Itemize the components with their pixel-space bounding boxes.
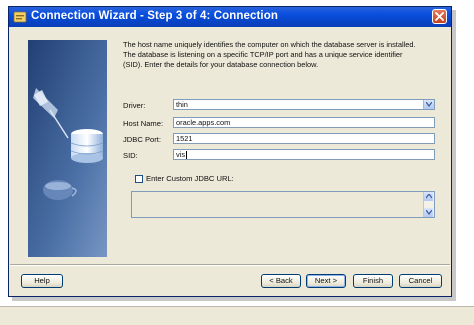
- close-button[interactable]: [432, 9, 447, 24]
- jdbc-port-input[interactable]: 1521: [173, 133, 435, 144]
- wizard-side-graphic: [28, 40, 107, 257]
- footer-separator: [10, 264, 450, 266]
- driver-dropdown-button[interactable]: [423, 100, 434, 109]
- scroll-up-icon: [426, 194, 432, 199]
- driver-select[interactable]: thin: [173, 99, 435, 110]
- screen: Connection Wizard - Step 3 of 4: Connect…: [0, 0, 474, 325]
- cancel-button[interactable]: Cancel: [399, 274, 442, 288]
- window-title: Connection Wizard - Step 3 of 4: Connect…: [31, 10, 278, 22]
- step-description: The host name uniquely identifies the co…: [123, 40, 416, 69]
- connection-wizard-dialog: Connection Wizard - Step 3 of 4: Connect…: [8, 6, 452, 297]
- text-caret: [186, 151, 188, 159]
- host-name-label: Host Name:: [123, 119, 164, 128]
- driver-value: thin: [176, 100, 188, 109]
- sid-input[interactable]: vis: [173, 149, 435, 160]
- back-button[interactable]: < Back: [261, 274, 301, 288]
- finish-button[interactable]: Finish: [353, 274, 393, 288]
- sid-label: SID:: [123, 151, 138, 160]
- custom-url-scrollbar[interactable]: [423, 192, 434, 217]
- desktop-taskbar-edge: [0, 306, 474, 325]
- scroll-down-button[interactable]: [424, 208, 433, 217]
- jdbc-port-value: 1521: [176, 134, 193, 143]
- host-name-input[interactable]: oracle.apps.com: [173, 117, 435, 128]
- help-button[interactable]: Help: [21, 274, 63, 288]
- scroll-up-button[interactable]: [424, 192, 433, 201]
- driver-label: Driver:: [123, 101, 146, 110]
- window-shadow: [452, 10, 456, 299]
- custom-url-checkbox[interactable]: [135, 175, 143, 183]
- custom-url-label: Enter Custom JDBC URL:: [146, 174, 234, 183]
- jdbc-port-label: JDBC Port:: [123, 135, 161, 144]
- next-button[interactable]: Next >: [306, 274, 346, 288]
- host-name-value: oracle.apps.com: [176, 118, 231, 127]
- close-icon: [435, 12, 444, 21]
- title-bar[interactable]: Connection Wizard - Step 3 of 4: Connect…: [9, 7, 451, 27]
- chevron-down-icon: [426, 102, 432, 107]
- window-shadow-bottom: [12, 297, 456, 301]
- app-icon: [13, 10, 27, 24]
- custom-url-textarea[interactable]: [131, 191, 435, 218]
- scroll-down-icon: [426, 210, 432, 215]
- sid-value: vis: [176, 150, 186, 159]
